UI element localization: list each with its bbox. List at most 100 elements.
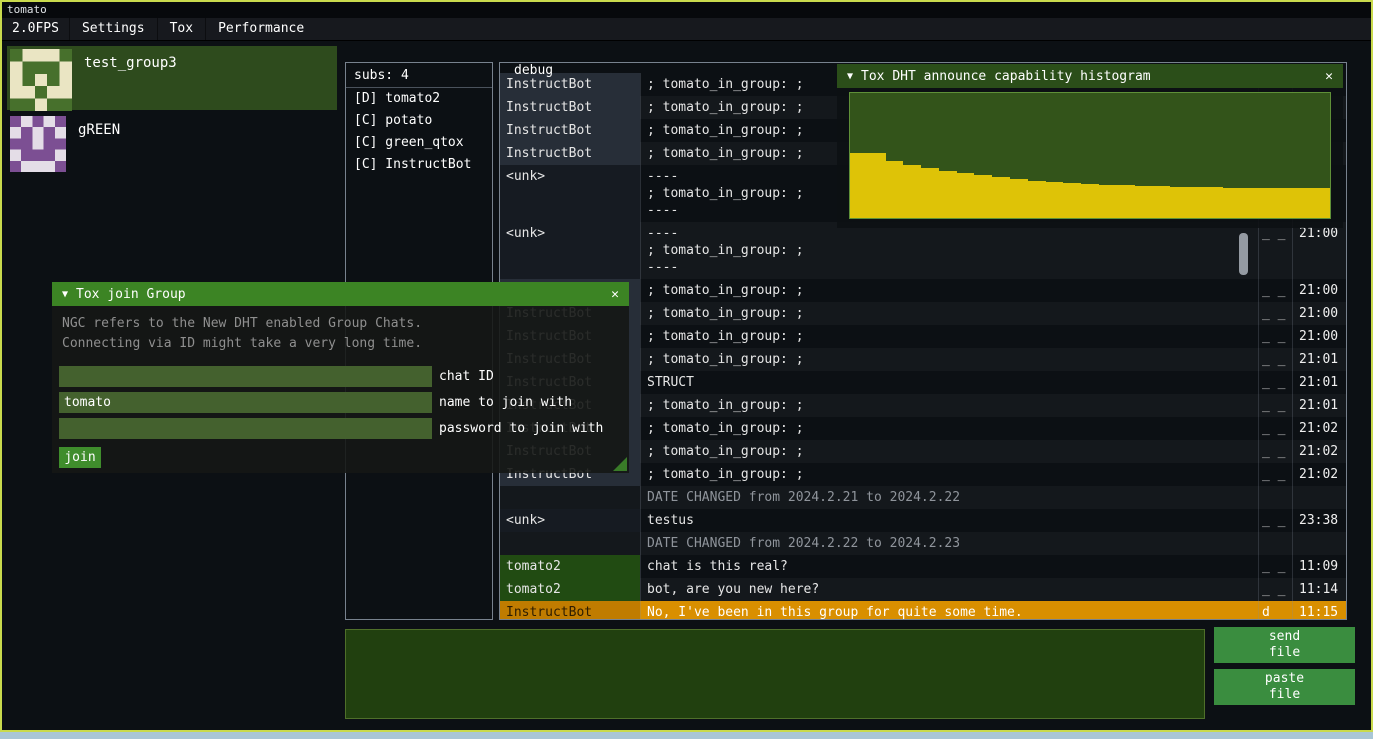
group-name: gREEN bbox=[78, 122, 120, 138]
chat-scrollbar-thumb[interactable] bbox=[1239, 233, 1248, 275]
receipt-marks: _ _ bbox=[1258, 279, 1292, 302]
join-password-input[interactable] bbox=[59, 418, 432, 439]
subs-count: subs: 4 bbox=[346, 63, 492, 88]
join-button[interactable]: join bbox=[59, 447, 101, 468]
histogram-bar bbox=[1286, 188, 1295, 218]
chat-row: <unk>----; tomato_in_group: ;----_ _21:0… bbox=[500, 222, 1346, 279]
receipt-marks bbox=[1258, 532, 1292, 555]
member-item[interactable]: [C] InstructBot bbox=[346, 154, 492, 176]
histogram-title: Tox DHT announce capability histogram bbox=[861, 69, 1317, 84]
send-file-button[interactable]: send file bbox=[1214, 627, 1355, 663]
histogram-bar bbox=[903, 165, 912, 218]
receipt-marks: _ _ bbox=[1258, 463, 1292, 486]
timestamp: 21:02 bbox=[1292, 440, 1346, 463]
tab-debug[interactable]: debug bbox=[514, 64, 553, 77]
join-title-bar[interactable]: ▼ Tox join Group ✕ bbox=[52, 282, 629, 306]
system-row: DATE CHANGED from 2024.2.22 to 2024.2.23 bbox=[500, 532, 1346, 555]
sender-name: InstructBot bbox=[500, 96, 640, 119]
menu-item-performance[interactable]: Performance bbox=[205, 18, 316, 40]
message-text: chat is this real? bbox=[640, 555, 1258, 578]
receipt-marks: _ _ bbox=[1258, 417, 1292, 440]
collapse-icon[interactable]: ▼ bbox=[847, 71, 853, 82]
close-icon[interactable]: ✕ bbox=[611, 287, 619, 302]
timestamp: 21:01 bbox=[1292, 348, 1346, 371]
join-name-input[interactable]: tomato bbox=[59, 392, 432, 413]
title-bar[interactable]: tomato bbox=[2, 2, 1371, 18]
paste-file-button[interactable]: paste file bbox=[1214, 669, 1355, 705]
histogram-bar bbox=[1206, 187, 1215, 218]
histogram-bar bbox=[1188, 187, 1197, 218]
sidebar-item-gREEN[interactable]: gREEN bbox=[7, 113, 337, 175]
member-item[interactable]: [C] green_qtox bbox=[346, 132, 492, 154]
histogram-bar bbox=[1117, 185, 1126, 218]
timestamp: 21:00 bbox=[1292, 279, 1346, 302]
group-avatar bbox=[10, 116, 66, 172]
histogram-bar bbox=[1303, 188, 1312, 218]
sender-name: <unk> bbox=[500, 165, 640, 222]
histogram-bar bbox=[1170, 187, 1179, 218]
histogram-bar bbox=[1250, 188, 1259, 218]
histogram-bar bbox=[1197, 187, 1206, 218]
histogram-bar bbox=[1046, 182, 1055, 218]
histogram-bar bbox=[1090, 184, 1099, 218]
group-avatar bbox=[10, 49, 72, 111]
message-text: ; tomato_in_group: ; bbox=[640, 325, 1258, 348]
timestamp: 23:38 bbox=[1292, 509, 1346, 532]
histogram-bar bbox=[930, 168, 939, 218]
message-text: ; tomato_in_group: ; bbox=[640, 302, 1258, 325]
sender-name: <unk> bbox=[500, 509, 640, 532]
menu-item-settings[interactable]: Settings bbox=[69, 18, 157, 40]
member-item[interactable]: [C] potato bbox=[346, 110, 492, 132]
histogram-bar bbox=[1312, 188, 1321, 218]
sender-name: tomato2 bbox=[500, 578, 640, 601]
bottom-strip bbox=[0, 732, 1373, 739]
histogram-bar bbox=[1028, 181, 1037, 218]
histogram-body bbox=[837, 88, 1343, 228]
histogram-bar bbox=[1072, 183, 1081, 218]
histogram-bar bbox=[983, 175, 992, 218]
timestamp: 11:15 bbox=[1292, 601, 1346, 620]
timestamp: 21:01 bbox=[1292, 371, 1346, 394]
collapse-icon[interactable]: ▼ bbox=[62, 289, 68, 300]
app-window: tomato 2.0FPS Settings Tox Performance t… bbox=[0, 0, 1373, 739]
message-text: ; tomato_in_group: ; bbox=[640, 463, 1258, 486]
histogram-chart bbox=[849, 92, 1331, 219]
histogram-bar bbox=[921, 168, 930, 218]
join-field-row: password to join with bbox=[59, 415, 629, 441]
message-text: ; tomato_in_group: ; bbox=[640, 348, 1258, 371]
histogram-bar bbox=[1135, 186, 1144, 218]
member-item[interactable]: [D] tomato2 bbox=[346, 88, 492, 110]
group-list: test_group3 gREEN bbox=[7, 46, 337, 178]
histogram-bar bbox=[1268, 188, 1277, 218]
histogram-bar bbox=[1161, 186, 1170, 218]
message-input[interactable] bbox=[345, 629, 1205, 719]
histogram-bar bbox=[1054, 182, 1063, 218]
histogram-bar bbox=[1001, 177, 1010, 218]
menu-bar: 2.0FPS Settings Tox Performance bbox=[2, 18, 1371, 41]
histogram-bar bbox=[966, 173, 975, 218]
receipt-marks: _ _ bbox=[1258, 440, 1292, 463]
chat-row: tomato2chat is this real?_ _11:09 bbox=[500, 555, 1346, 578]
histogram-bar bbox=[1099, 185, 1108, 218]
histogram-title-bar[interactable]: ▼ Tox DHT announce capability histogram … bbox=[837, 64, 1343, 88]
sidebar-item-test_group3[interactable]: test_group3 bbox=[7, 46, 337, 110]
sender-name: InstructBot bbox=[500, 119, 640, 142]
join-field-row: chat ID bbox=[59, 363, 629, 389]
join-group-window: ▼ Tox join Group ✕ NGC refers to the New… bbox=[52, 282, 629, 473]
histogram-bars bbox=[850, 93, 1330, 218]
message-text: No, I've been in this group for quite so… bbox=[640, 601, 1258, 620]
close-icon[interactable]: ✕ bbox=[1325, 69, 1333, 84]
resize-grip[interactable] bbox=[613, 457, 627, 471]
receipt-marks: _ _ bbox=[1258, 325, 1292, 348]
menu-item-tox[interactable]: Tox bbox=[157, 18, 205, 40]
field-label: password to join with bbox=[439, 421, 603, 436]
histogram-bar bbox=[1223, 188, 1232, 218]
message-text: ; tomato_in_group: ; bbox=[640, 440, 1258, 463]
sender-name bbox=[500, 486, 640, 509]
chat-id-input[interactable] bbox=[59, 366, 432, 387]
group-name: test_group3 bbox=[84, 55, 177, 71]
histogram-bar bbox=[859, 153, 868, 218]
histogram-bar bbox=[1037, 181, 1046, 218]
message-text: ; tomato_in_group: ; bbox=[640, 417, 1258, 440]
histogram-bar bbox=[1152, 186, 1161, 218]
